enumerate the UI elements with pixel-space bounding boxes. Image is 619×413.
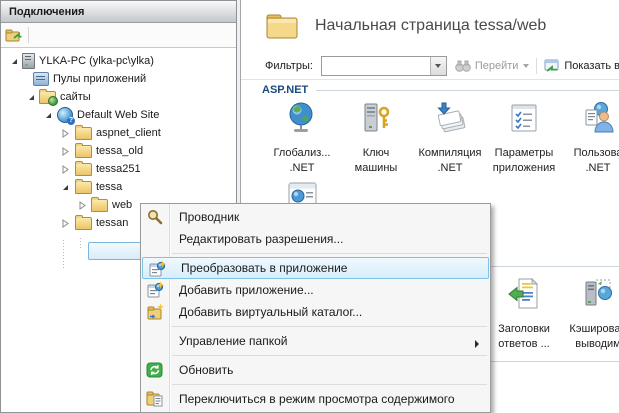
folder-icon [75,181,92,194]
folder-icon [91,199,108,212]
tree-item-web[interactable]: web [77,196,132,214]
feature-label: Компиляция.NET [413,146,487,176]
application-pools-icon [33,72,49,86]
tree-item-tessa-old[interactable]: tessa_old [60,142,143,160]
feature-label: Заголовкиответов ... [487,322,561,352]
compilation-icon [433,101,467,135]
feature-response-headers[interactable]: Заголовкиответов ... [487,277,561,352]
feature-machine-key[interactable]: Ключмашины [339,101,413,176]
connections-toolbar [1,23,236,48]
feature-label: Глобализ....NET [265,146,339,176]
tree-selection-highlight [88,242,148,260]
menu-item-manage-folder[interactable]: Управление папкой [141,330,490,352]
feature-label: Ключмашины [339,146,413,176]
tree-item-server[interactable]: YLKA-PC (ylka-pc\ylka) [9,52,154,70]
feature-application-settings[interactable]: Параметрыприложения [487,101,561,176]
expand-arrow-icon[interactable] [77,200,87,210]
toolbar-separator [28,27,29,43]
content-view-icon [146,390,164,408]
expand-arrow-icon[interactable] [60,164,70,174]
feature-label: Пользова.NET [561,146,619,176]
tree-connector [63,240,64,270]
convert-to-application-icon [148,260,166,278]
chevron-down-icon [435,64,441,68]
website-globe-icon [57,107,73,123]
tree-item-default-web-site[interactable]: Default Web Site [43,106,159,124]
feature-label: Параметрыприложения [487,146,561,176]
expand-arrow-icon[interactable] [9,56,19,66]
connections-title: Подключения [9,6,84,18]
menu-separator [172,253,487,254]
menu-item-switch-content-view[interactable]: Переключиться в режим просмотра содержим… [141,388,490,410]
response-headers-icon [507,277,541,311]
section-aspnet-label: ASP.NET [262,84,308,96]
tree-item-tessan[interactable]: tessan [60,214,128,232]
show-in-icon [544,59,560,72]
show-in-label: Показать в [564,60,619,72]
app-settings-icon [507,101,541,135]
menu-item-add-virtual-directory[interactable]: Добавить виртуальный каталог... [141,301,490,323]
page-title: Начальная страница tessa/web [315,17,546,35]
create-connection-icon[interactable] [5,28,22,43]
tree-item-app-pools[interactable]: Пулы приложений [33,70,146,88]
filters-label: Фильтры: [265,60,313,72]
context-menu: Проводник Редактировать разрешения... Пр… [140,203,491,413]
menu-item-explorer[interactable]: Проводник [141,206,490,228]
expand-arrow-icon[interactable] [26,92,36,102]
machine-key-icon [359,101,393,135]
folder-icon [75,145,92,158]
large-folder-icon [266,12,298,40]
feature-globalization[interactable]: Глобализ....NET [265,101,339,176]
feature-compilation[interactable]: Компиляция.NET [413,101,487,176]
menu-item-edit-permissions[interactable]: Редактировать разрешения... [141,228,490,250]
submenu-arrow-icon [474,337,480,351]
folder-icon [75,163,92,176]
chevron-down-icon [523,64,529,68]
folder-icon [75,217,92,230]
expand-arrow-icon[interactable] [60,218,70,228]
expand-arrow-icon[interactable] [43,110,53,120]
expand-arrow-icon[interactable] [60,146,70,156]
add-virtual-directory-icon [146,303,164,321]
menu-item-add-application[interactable]: Добавить приложение... [141,279,490,301]
add-application-icon [146,281,164,299]
explorer-icon [146,208,164,226]
tree-item-tessa[interactable]: tessa [60,178,122,196]
iis-manager-window: Начальная страница tessa/web Фильтры: Пе… [0,0,619,413]
connections-header: Подключения [1,1,236,23]
filter-toolbar: Фильтры: Перейти [241,52,619,80]
section-rule [316,90,619,91]
show-in-button[interactable]: Показать в [544,59,619,72]
menu-separator [172,326,487,327]
globalization-icon [285,101,319,135]
menu-item-convert-to-application[interactable]: Преобразовать в приложение [142,257,489,279]
feature-net-users[interactable]: Пользова.NET [561,101,619,176]
sites-folder-icon [39,91,56,104]
menu-separator [172,384,487,385]
tree-item-aspnet-client[interactable]: aspnet_client [60,124,161,142]
page-header: Начальная страница tessa/web [266,12,546,40]
go-label: Перейти [475,60,519,72]
server-icon [22,53,35,69]
expand-arrow-icon[interactable] [60,128,70,138]
section-aspnet: ASP.NET [262,84,619,96]
menu-separator [172,355,487,356]
tree-item-tessa251[interactable]: tessa251 [60,160,141,178]
toolbar-separator [536,58,537,74]
tree-item-sites[interactable]: сайты [26,88,91,106]
expand-arrow-icon[interactable] [60,182,70,192]
binoculars-icon [455,60,471,72]
tree-connector [80,238,81,248]
combo-dropdown-button[interactable] [430,57,446,75]
filter-combobox[interactable] [321,56,447,76]
folder-icon [75,127,92,140]
menu-item-refresh[interactable]: Обновить [141,359,490,381]
feature-label: Кэшированвыводим [561,322,619,352]
feature-output-caching[interactable]: Кэшированвыводим [561,277,619,352]
net-users-icon [581,101,615,135]
output-caching-icon [581,277,615,311]
go-button[interactable]: Перейти [455,60,530,72]
refresh-icon [146,361,164,379]
